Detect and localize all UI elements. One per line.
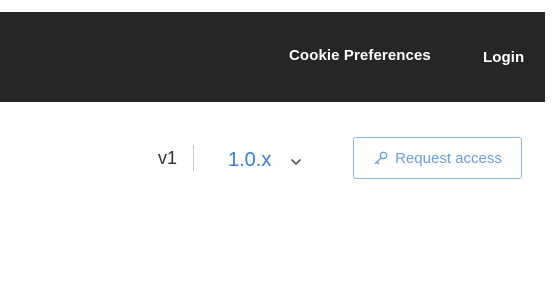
chevron-down-icon (289, 155, 303, 169)
login-link[interactable]: Login (483, 49, 524, 66)
version-bar: v1 1.0.x Request access (0, 102, 552, 286)
api-version-label: v1 (158, 148, 178, 168)
cookie-preferences-link[interactable]: Cookie Preferences (289, 47, 431, 64)
release-version-dropdown[interactable]: 1.0.x (228, 142, 303, 178)
request-access-label: Request access (395, 149, 502, 167)
page: Cookie Preferences Login v1 1.0.x Reques… (0, 0, 552, 286)
key-icon (373, 150, 389, 166)
version-divider (193, 145, 194, 171)
request-access-button[interactable]: Request access (353, 137, 522, 179)
release-version-value: 1.0.x (228, 148, 272, 171)
top-navigation-bar (0, 12, 545, 102)
